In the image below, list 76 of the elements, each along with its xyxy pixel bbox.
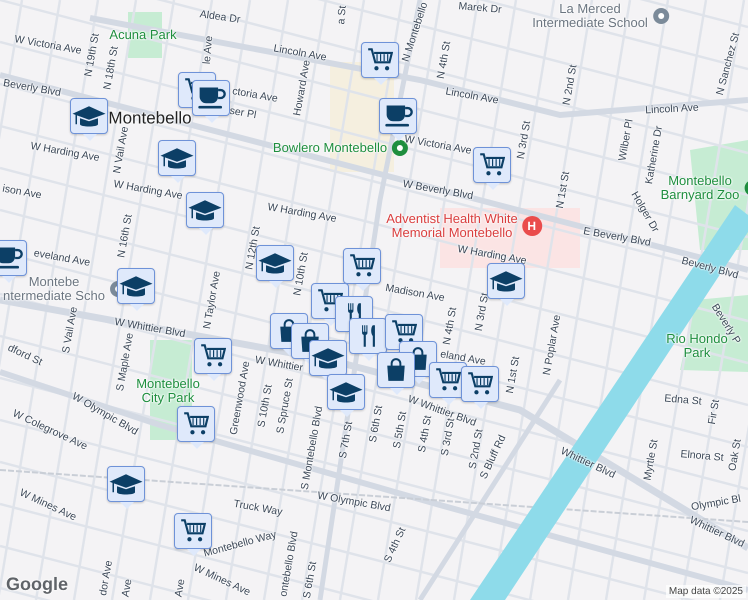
map-label: Wilber Pl [616,118,636,162]
map-label: W Victoria Ave [14,33,82,57]
map-label: S 7th St [336,420,356,460]
map-label: Aldea Dr [198,8,242,26]
map-label: W Olympic Blvd [316,490,392,514]
map-label: N Poplar Ave [540,314,564,376]
map-label: ison Ave [2,182,42,202]
map-label: Lincoln Ave [644,102,700,116]
map-label: S 5th St [390,410,410,450]
map-label: Beverly Blvd [2,77,62,99]
map-label: Marek Dr [458,0,502,16]
map-label: W Harding Ave [112,178,184,202]
map-label: dor Ave [97,560,115,596]
map-label: N 16th St [115,213,135,259]
map-label: ser Pl [228,104,258,122]
map-label: W Beverly Blvd [402,178,474,202]
map-label: Ave [172,578,188,598]
map-label: a St [335,5,349,25]
map-label: S 6th St [300,560,320,600]
map-label: S 6th St [366,404,386,444]
map-label: S Spruce St [274,377,296,435]
map-label: Howard Ave [291,59,313,117]
map-label: S Montebello Blvd [298,405,326,491]
map-label: W Harding Ave [30,140,100,164]
map-label: Fir St [706,398,722,426]
map-label: ontebello Blvd [277,530,301,598]
map-label: ctoria Ave [231,85,279,105]
map-label: Oak St [726,438,744,472]
map-label: Myrtle St [642,438,660,482]
map-label: S 10th St [255,384,275,428]
map-label: N 3rd St [514,120,534,160]
map-label: S Vail Ave [60,306,80,354]
map-label: dford St [6,342,44,368]
map-label: N 10th St [291,251,311,297]
map-label: W Harding Ave [456,243,528,267]
map-label: Beverly Blvd [680,254,740,282]
map-label: Bowlero Montebello [272,141,388,155]
map-label: Madison Ave [384,282,446,304]
map-label: S Maple Ave [114,332,136,392]
map-label: N 19th St [82,32,102,78]
map-label: N 4th St [440,306,460,346]
map-label: S 4th St [416,414,434,454]
map-label: Greenwood Ave [228,360,252,436]
map-label: Elnora St [680,448,724,464]
map-label: Olympic Bl [690,492,742,514]
map-label: W Mines Ave [192,562,252,598]
map-label: W Whittier [254,354,304,374]
map-label: Montebello [108,108,192,128]
map-label: N 2nd St [560,64,580,106]
map-label: le Ave [200,35,216,65]
map-label: W Harding Ave [266,201,338,225]
map-label: eveland Ave [32,247,92,269]
map-label: Acuna Park [109,28,177,42]
map-label: N 1st St [554,170,572,210]
map-label: Truck Way [232,498,284,518]
map-label: W Mines Ave [18,486,78,524]
map-label: S 3rd St [438,417,458,457]
map-label: Lincoln Ave [444,85,500,107]
map-label: N 12th St [243,225,263,271]
map-label: eland Ave [439,348,487,368]
map-label: Edna St [664,392,702,408]
map-label: N 18th St [101,45,121,91]
map-label: Ave [120,578,134,598]
map-label: W Victoria Ave [404,133,472,157]
google-logo[interactable]: Google [6,574,68,595]
map-label: Montebello City Park [136,377,200,405]
map-label: La Merced Intermediate School [532,2,648,30]
map-label: S 4th St [382,526,408,564]
map-label: N 1st St [504,356,522,394]
map-label: N Taylor Ave [201,270,223,330]
map-label: N 3rd St [472,292,492,332]
map-label: S 2nd St [466,428,486,470]
map-label: N Sanchez St [714,31,742,97]
map-label: N 4th St [434,40,454,80]
map-label: N Vail Ave [110,126,132,174]
map-attribution: Map data ©2025 [666,585,746,598]
